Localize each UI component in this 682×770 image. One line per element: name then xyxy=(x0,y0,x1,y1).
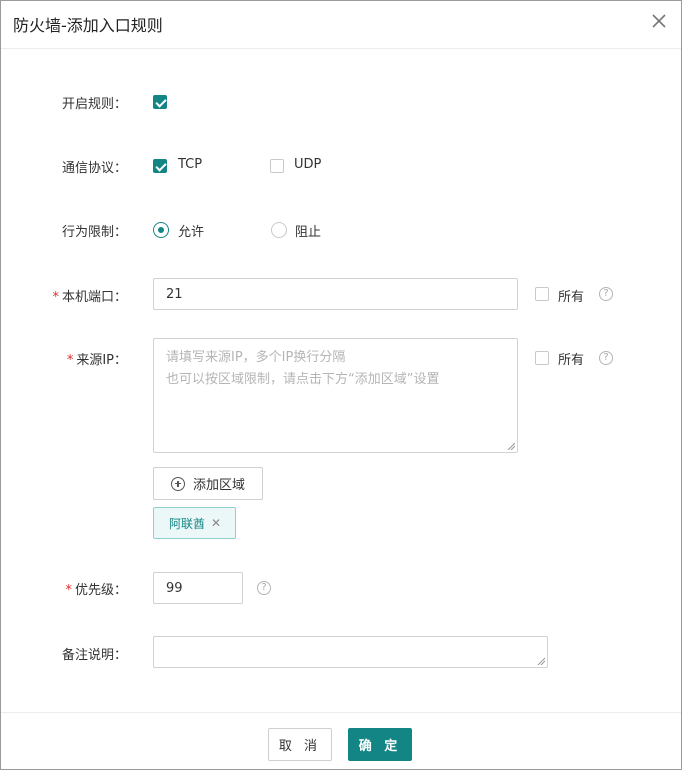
resize-handle-icon[interactable] xyxy=(537,657,545,665)
resize-handle-icon[interactable] xyxy=(507,442,515,450)
add-region-button[interactable]: 添加区域 xyxy=(153,467,263,500)
local-port-input[interactable]: 21 xyxy=(153,278,518,310)
action-block-radio[interactable] xyxy=(271,222,287,238)
source-ip-all-checkbox[interactable] xyxy=(535,351,549,365)
add-region-label: 添加区域 xyxy=(192,478,245,493)
enable-rule-label: 开启规则： xyxy=(61,97,127,112)
dialog-title: 防火墙-添加入口规则 xyxy=(13,16,163,35)
enable-rule-checkbox[interactable] xyxy=(153,95,167,109)
plus-circle-icon xyxy=(170,476,185,491)
local-port-all-checkbox[interactable] xyxy=(535,287,549,301)
local-port-label: * 本机端口： xyxy=(7,286,127,305)
region-tag: 阿联酋 ✕ xyxy=(153,507,236,539)
required-mark: * xyxy=(52,290,59,305)
protocol-tcp-label: TCP xyxy=(178,157,203,172)
local-port-label-text: 本机端口： xyxy=(61,290,127,305)
confirm-button[interactable]: 确 定 xyxy=(348,728,412,761)
protocol-udp-label: UDP xyxy=(294,157,322,172)
action-allow-radio[interactable] xyxy=(153,222,169,238)
region-tag-label: 阿联酋 xyxy=(169,516,206,531)
source-ip-all-label: 所有 xyxy=(558,353,585,368)
source-ip-placeholder-line1: 请填写来源IP，多个IP换行分隔 xyxy=(166,350,346,365)
priority-help-icon[interactable]: ? xyxy=(257,581,271,595)
source-ip-label: * 来源IP： xyxy=(7,349,127,368)
note-label: 备注说明： xyxy=(61,648,127,663)
dialog-header: 防火墙-添加入口规则 xyxy=(1,1,681,49)
required-mark: * xyxy=(65,583,72,598)
source-ip-placeholder-line2: 也可以按区域限制，请点击下方“添加区域”设置 xyxy=(166,372,440,387)
cancel-button[interactable]: 取 消 xyxy=(268,728,332,761)
protocol-udp-checkbox[interactable] xyxy=(270,159,284,173)
source-ip-help-icon[interactable]: ? xyxy=(599,351,613,365)
note-textarea[interactable] xyxy=(153,636,548,668)
priority-label: * 优先级： xyxy=(7,579,127,598)
source-ip-label-text: 来源IP： xyxy=(76,353,127,368)
protocol-label: 通信协议： xyxy=(61,161,127,176)
source-ip-textarea[interactable]: 请填写来源IP，多个IP换行分隔 也可以按区域限制，请点击下方“添加区域”设置 xyxy=(153,338,518,453)
priority-label-text: 优先级： xyxy=(74,583,127,598)
priority-input[interactable]: 99 xyxy=(153,572,243,604)
tag-remove-icon[interactable]: ✕ xyxy=(211,516,221,530)
firewall-add-rule-dialog: 防火墙-添加入口规则 开启规则： 通信协议： TCP UDP 行为限制： 允许 … xyxy=(0,0,682,770)
action-label: 行为限制： xyxy=(61,225,127,240)
required-mark: * xyxy=(66,353,74,368)
action-block-label: 阻止 xyxy=(295,225,322,240)
local-port-help-icon[interactable]: ? xyxy=(599,287,613,301)
action-allow-label: 允许 xyxy=(178,225,205,240)
dialog-footer xyxy=(1,712,681,770)
protocol-tcp-checkbox[interactable] xyxy=(153,159,167,173)
local-port-all-label: 所有 xyxy=(558,290,585,305)
close-icon[interactable] xyxy=(649,11,669,31)
